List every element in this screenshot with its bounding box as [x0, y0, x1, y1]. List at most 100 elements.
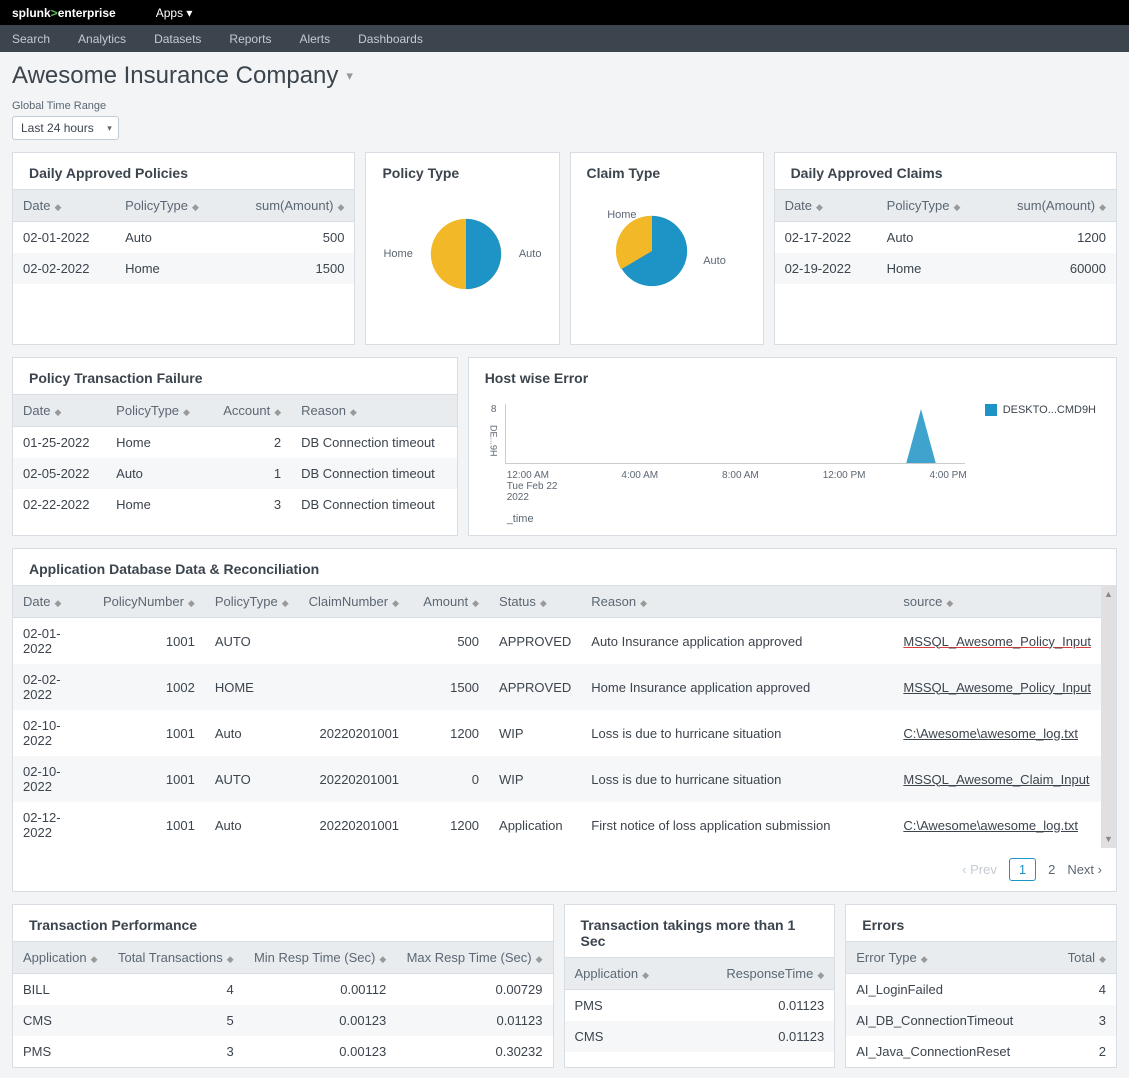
table-row: 02-02-2022Home1500	[13, 253, 354, 284]
source-link[interactable]: MSSQL_Awesome_Policy_Input	[903, 634, 1091, 649]
panel-title: Daily Approved Policies	[13, 153, 354, 189]
table-row: BILL40.001120.00729	[13, 974, 553, 1006]
pagination: ‹ Prev 1 2 Next ›	[13, 848, 1116, 891]
panel-daily-claims: Daily Approved Claims Date◆ PolicyType◆ …	[774, 152, 1117, 345]
th[interactable]: Total Transactions◆	[108, 942, 244, 974]
th[interactable]: ResponseTime◆	[685, 958, 835, 990]
th[interactable]: Total◆	[1049, 942, 1116, 974]
th[interactable]: Reason◆	[581, 586, 893, 618]
pie-label-home: Home	[383, 248, 412, 260]
th[interactable]: Account◆	[207, 395, 291, 427]
panel-title: Errors	[846, 905, 1116, 941]
table-row: 02-19-2022Home60000	[775, 253, 1116, 284]
x-tick: 4:00 AM	[621, 470, 658, 503]
table-row: 02-22-2022Home3DB Connection timeout	[13, 489, 457, 520]
th[interactable]: sum(Amount)◆	[226, 190, 355, 222]
th[interactable]: PolicyType◆	[877, 190, 988, 222]
th[interactable]: Min Resp Time (Sec)◆	[244, 942, 397, 974]
panel-title: Policy Type	[366, 153, 558, 189]
pie-label-auto: Auto	[703, 255, 726, 267]
table-row: 02-12-20221001Auto202202010011200Applica…	[13, 802, 1101, 848]
source-link[interactable]: C:\Awesome\awesome_log.txt	[903, 726, 1078, 741]
panel-title: Daily Approved Claims	[775, 153, 1116, 189]
logo: splunk>enterprise	[12, 6, 116, 20]
pie-chart-policy	[421, 209, 511, 299]
pie-label-auto: Auto	[519, 248, 542, 260]
nav-reports[interactable]: Reports	[229, 32, 271, 46]
panel-claim-type: Claim Type Home Auto	[570, 152, 764, 345]
th[interactable]: Status◆	[489, 586, 581, 618]
th[interactable]: Amount◆	[409, 586, 489, 618]
th[interactable]: Date◆	[13, 586, 93, 618]
table-row: PMS30.001230.30232	[13, 1036, 553, 1067]
table-row: 02-01-2022Auto500	[13, 222, 354, 254]
panel-title: Host wise Error	[469, 358, 1116, 394]
th[interactable]: Reason◆	[291, 395, 457, 427]
table-row: AI_DB_ConnectionTimeout3	[846, 1005, 1116, 1036]
panel-policy-type: Policy Type Home Auto	[365, 152, 559, 345]
table-row: 02-01-20221001AUTO500APPROVEDAuto Insura…	[13, 618, 1101, 665]
page-1[interactable]: 1	[1009, 858, 1036, 881]
nav-dashboards[interactable]: Dashboards	[358, 32, 423, 46]
scroll-down-icon[interactable]: ▼	[1104, 834, 1113, 844]
table-row: 02-10-20221001AUTO202202010010WIPLoss is…	[13, 756, 1101, 802]
source-link[interactable]: C:\Awesome\awesome_log.txt	[903, 818, 1078, 833]
th[interactable]: PolicyType◆	[106, 395, 207, 427]
nav-search[interactable]: Search	[12, 32, 50, 46]
x-tick: 4:00 PM	[929, 470, 966, 503]
th[interactable]: ClaimNumber◆	[299, 586, 409, 618]
th[interactable]: Error Type◆	[846, 942, 1049, 974]
th[interactable]: PolicyNumber◆	[93, 586, 205, 618]
table-row: CMS50.001230.01123	[13, 1005, 553, 1036]
table-takings: Application◆ ResponseTime◆ PMS0.01123 CM…	[565, 957, 835, 1052]
panel-perf: Transaction Performance Application◆ Tot…	[12, 904, 554, 1068]
legend-swatch	[985, 404, 997, 416]
source-link[interactable]: MSSQL_Awesome_Claim_Input	[903, 772, 1089, 787]
panel-title: Claim Type	[571, 153, 763, 189]
time-range-picker[interactable]: Last 24 hours	[12, 116, 119, 140]
table-row: AI_LoginFailed4	[846, 974, 1116, 1006]
table-row: 02-02-20221002HOME1500APPROVEDHome Insur…	[13, 664, 1101, 710]
panel-host-error: Host wise Error 8 DE...9H DESKTO...CMD9H	[468, 357, 1117, 536]
scrollbar[interactable]: ▲▼	[1101, 585, 1116, 848]
scroll-up-icon[interactable]: ▲	[1104, 589, 1113, 599]
x-tick: 8:00 AM	[722, 470, 759, 503]
table-daily-policies: Date◆ PolicyType◆ sum(Amount)◆ 02-01-202…	[13, 189, 354, 284]
table-row: CMS0.01123	[565, 1021, 835, 1052]
next-page[interactable]: Next ›	[1067, 862, 1102, 877]
th[interactable]: Date◆	[13, 395, 106, 427]
th[interactable]: sum(Amount)◆	[987, 190, 1116, 222]
panel-title: Policy Transaction Failure	[13, 358, 457, 394]
legend-label: DESKTO...CMD9H	[1003, 404, 1096, 416]
panel-title: Transaction Performance	[13, 905, 553, 941]
table-row: 02-05-2022Auto1DB Connection timeout	[13, 458, 457, 489]
apps-menu[interactable]: Apps ▾	[156, 6, 193, 20]
th[interactable]: PolicyType◆	[115, 190, 226, 222]
table-perf: Application◆ Total Transactions◆ Min Res…	[13, 941, 553, 1067]
th[interactable]: Max Resp Time (Sec)◆	[396, 942, 552, 974]
nav-analytics[interactable]: Analytics	[78, 32, 126, 46]
th[interactable]: Application◆	[13, 942, 108, 974]
nav-alerts[interactable]: Alerts	[299, 32, 330, 46]
panel-recon: Application Database Data & Reconciliati…	[12, 548, 1117, 892]
time-range-label: Global Time Range	[12, 100, 1117, 112]
th[interactable]: PolicyType◆	[205, 586, 299, 618]
th[interactable]: source◆	[893, 586, 1101, 618]
page-title[interactable]: Awesome Insurance Company▾	[12, 62, 353, 90]
prev-page[interactable]: ‹ Prev	[962, 862, 997, 877]
x-tick: 12:00 PM	[823, 470, 866, 503]
table-row: 02-17-2022Auto1200	[775, 222, 1116, 254]
nav-bar: Search Analytics Datasets Reports Alerts…	[0, 25, 1129, 52]
th[interactable]: Date◆	[775, 190, 877, 222]
area-chart	[505, 404, 965, 464]
chevron-down-icon: ▾	[346, 68, 353, 84]
th[interactable]: Application◆	[565, 958, 685, 990]
x-tick: 12:00 AM Tue Feb 22 2022	[507, 470, 558, 503]
th[interactable]: Date◆	[13, 190, 115, 222]
table-daily-claims: Date◆ PolicyType◆ sum(Amount)◆ 02-17-202…	[775, 189, 1116, 284]
panel-title: Application Database Data & Reconciliati…	[13, 549, 1116, 585]
nav-datasets[interactable]: Datasets	[154, 32, 201, 46]
page-2[interactable]: 2	[1048, 862, 1055, 877]
table-recon: Date◆ PolicyNumber◆ PolicyType◆ ClaimNum…	[13, 585, 1101, 848]
source-link[interactable]: MSSQL_Awesome_Policy_Input	[903, 680, 1091, 695]
